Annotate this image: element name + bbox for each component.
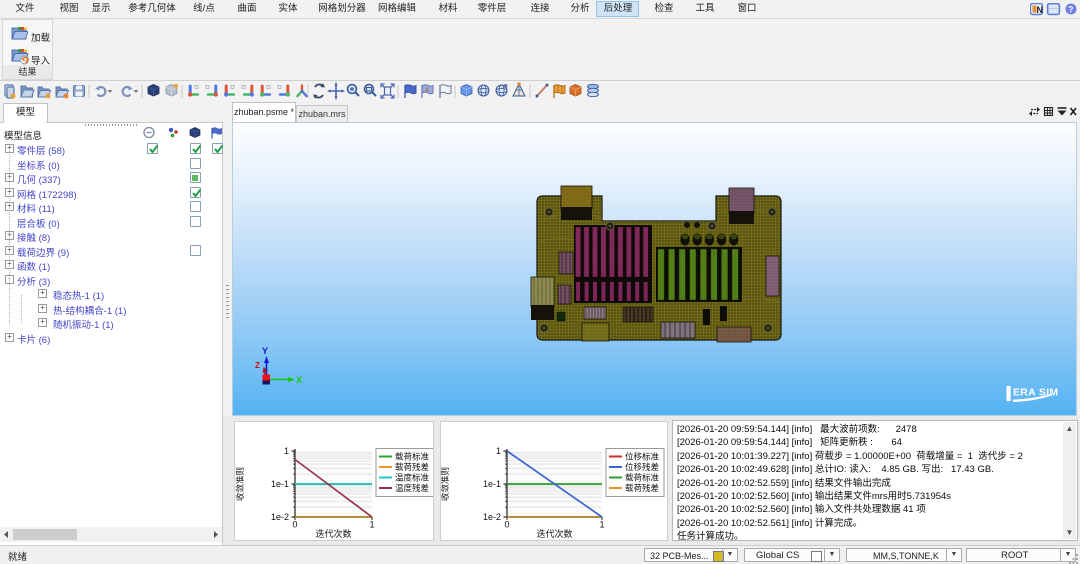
svg-text:位移残差: 位移残差 (625, 462, 659, 472)
svg-text:1e-2: 1e-2 (271, 512, 289, 522)
svg-text:迭代次数: 迭代次数 (315, 528, 351, 539)
svg-text:收敛准则: 收敛准则 (441, 467, 450, 501)
svg-text:温度残差: 温度残差 (395, 483, 429, 493)
svg-text:迭代次数: 迭代次数 (536, 528, 572, 539)
svg-text:1e-1: 1e-1 (483, 479, 501, 489)
svg-text:载荷标准: 载荷标准 (625, 473, 660, 483)
svg-text:位移标准: 位移标准 (625, 452, 660, 462)
svg-text:1e-2: 1e-2 (483, 512, 501, 522)
svg-text:N: N (1037, 5, 1044, 15)
svg-text:ERA SIM: ERA SIM (1013, 387, 1058, 399)
svg-text:0: 0 (504, 520, 509, 530)
svg-text:载荷标准: 载荷标准 (395, 452, 430, 462)
svg-text:载荷残差: 载荷残差 (395, 462, 429, 472)
svg-text:Z: Z (255, 361, 260, 370)
svg-text:1: 1 (496, 446, 501, 456)
svg-text:载荷残差: 载荷残差 (625, 483, 659, 493)
svg-text:1: 1 (599, 520, 604, 530)
svg-text:1: 1 (284, 446, 289, 456)
svg-text:1e-1: 1e-1 (271, 479, 289, 489)
svg-text:收敛准则: 收敛准则 (235, 467, 245, 501)
svg-text:X: X (296, 375, 302, 385)
svg-text:1: 1 (369, 520, 374, 530)
svg-text:?: ? (1068, 5, 1074, 15)
svg-text:温度标准: 温度标准 (395, 473, 430, 483)
svg-text:Y: Y (262, 346, 268, 356)
svg-text:A: A (425, 88, 429, 94)
svg-text:0: 0 (292, 520, 297, 530)
